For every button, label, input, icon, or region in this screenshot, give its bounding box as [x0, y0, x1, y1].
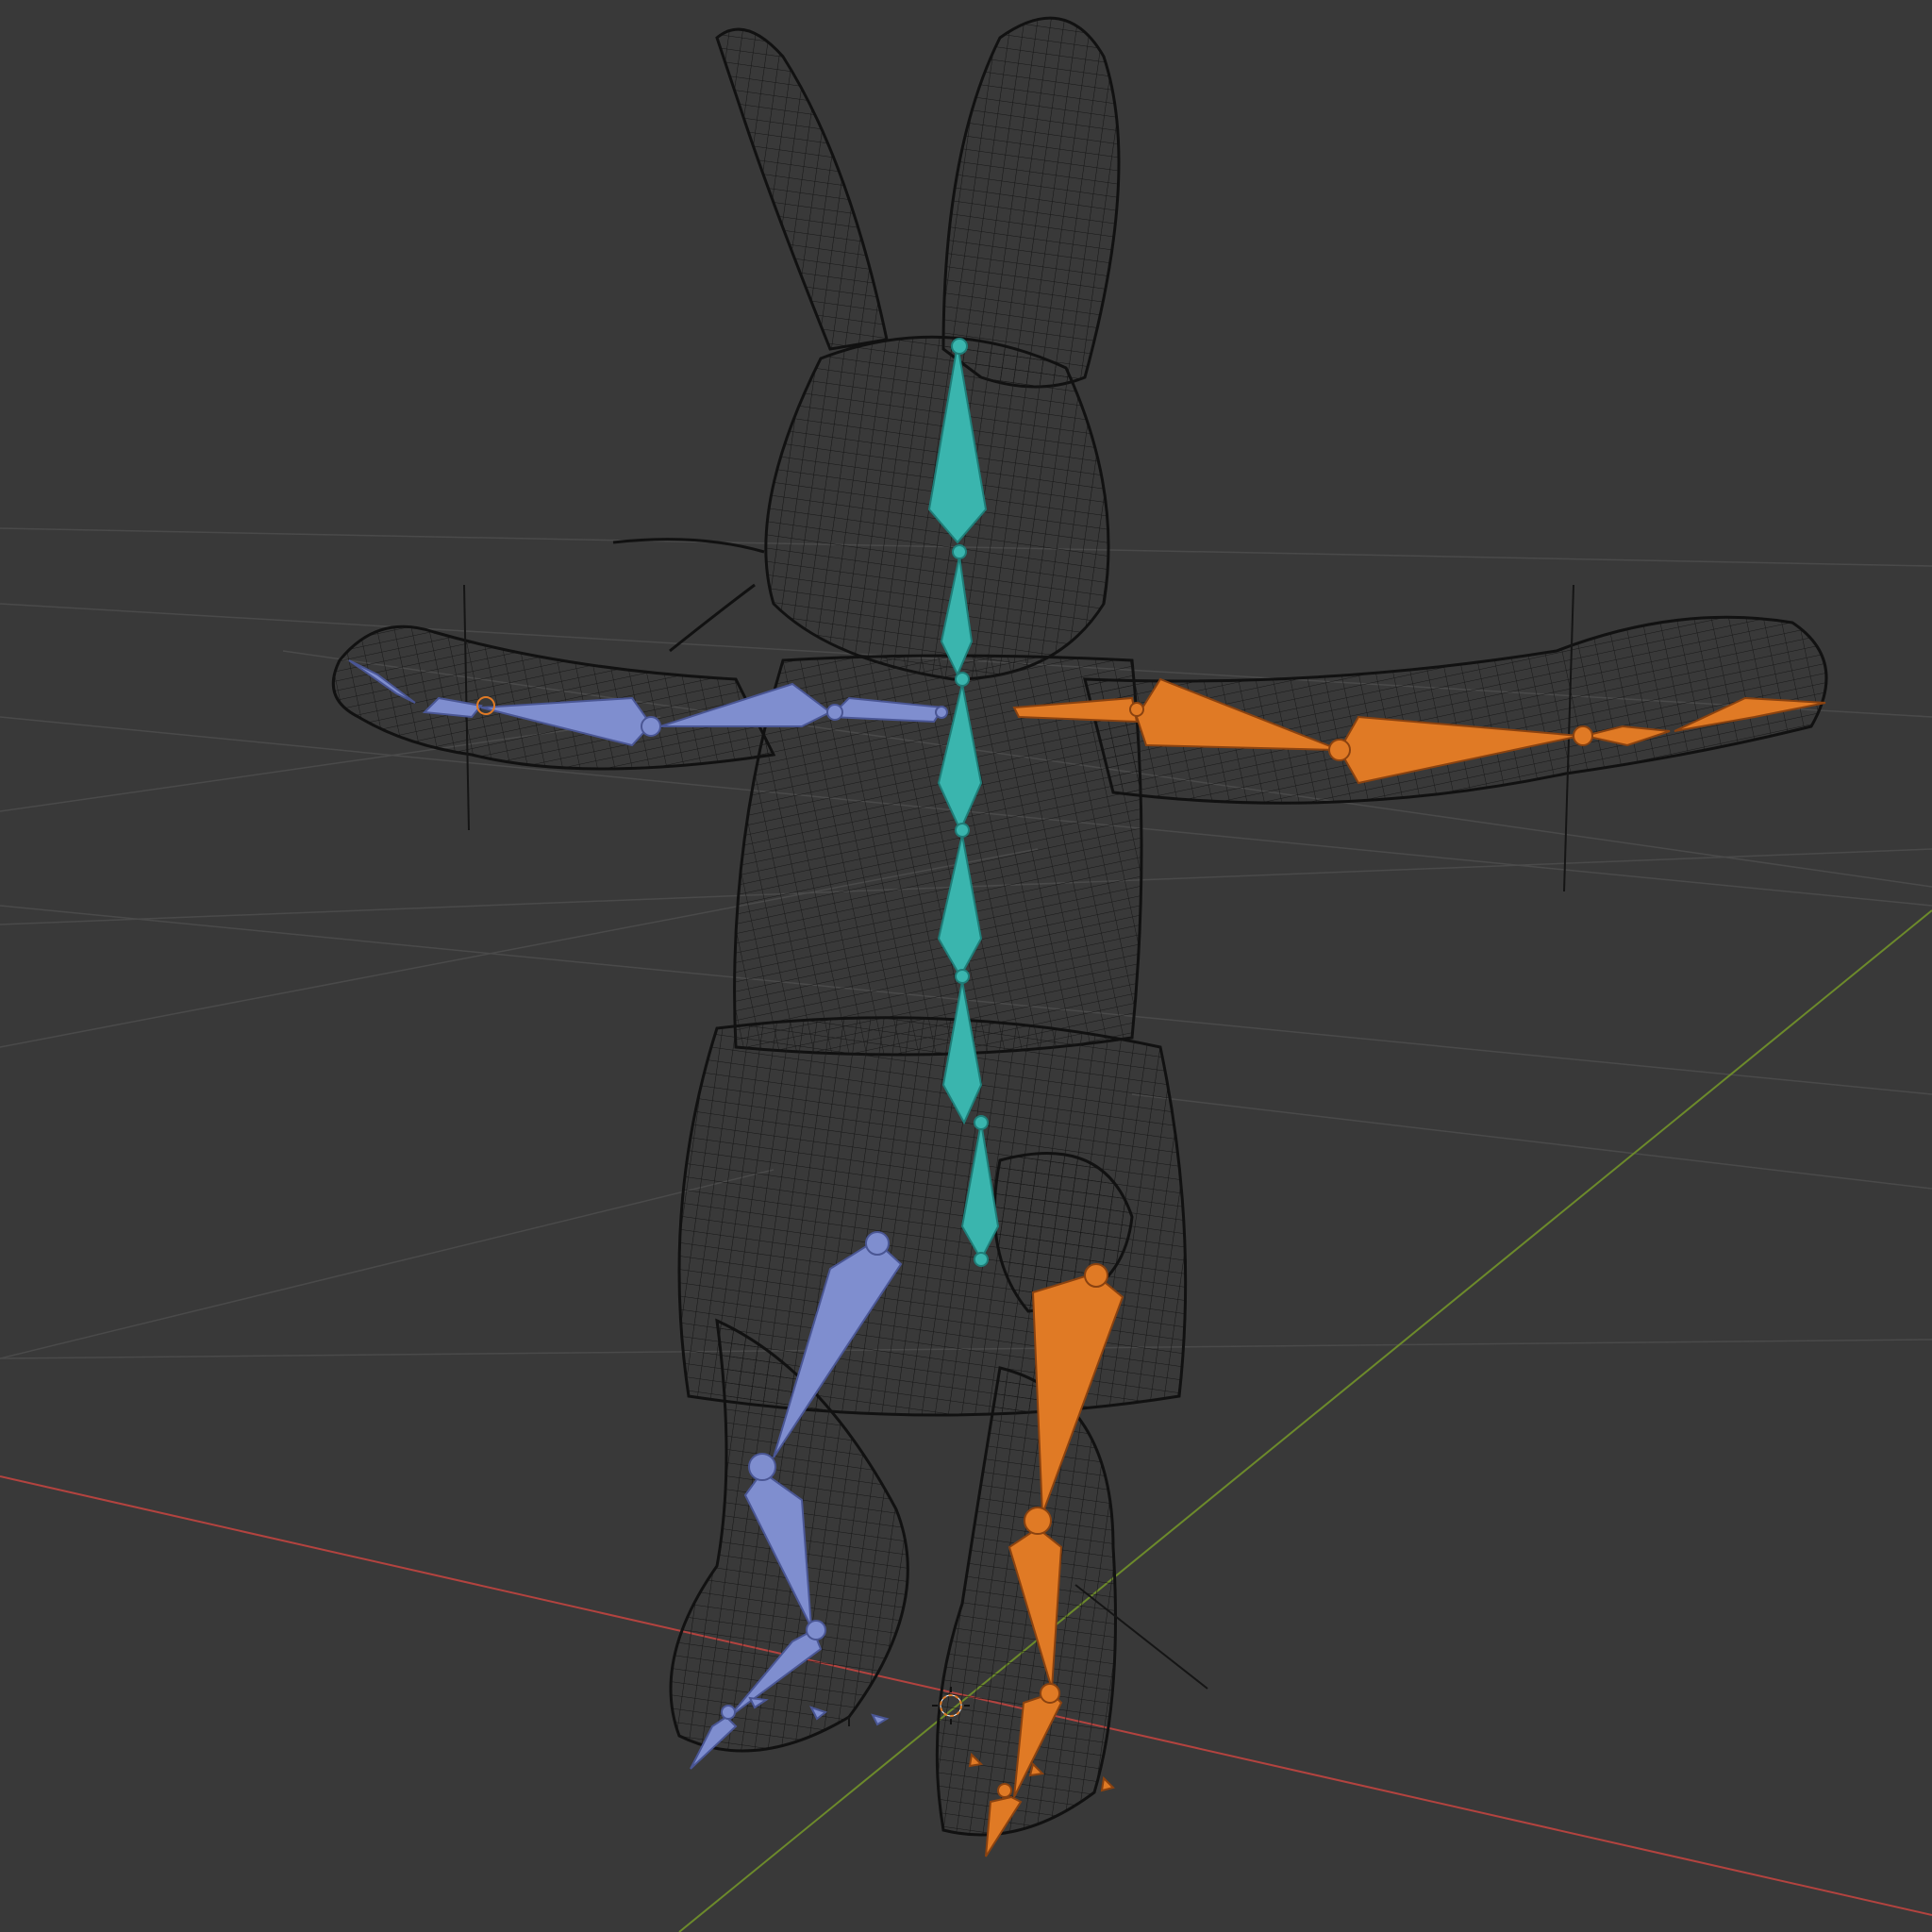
mesh-right-ear: [941, 16, 1121, 389]
rabbit-wireframe-mesh[interactable]: [331, 16, 1828, 1837]
bone-right-toe-d: [1100, 1775, 1115, 1792]
mesh-left-ear: [715, 27, 889, 351]
viewport-canvas[interactable]: [0, 0, 1932, 1932]
bone-left-toe-c: [871, 1713, 890, 1726]
3d-viewport[interactable]: [0, 0, 1932, 1932]
mesh-whiskers: [612, 538, 765, 653]
mesh-left-arm: [331, 625, 776, 771]
